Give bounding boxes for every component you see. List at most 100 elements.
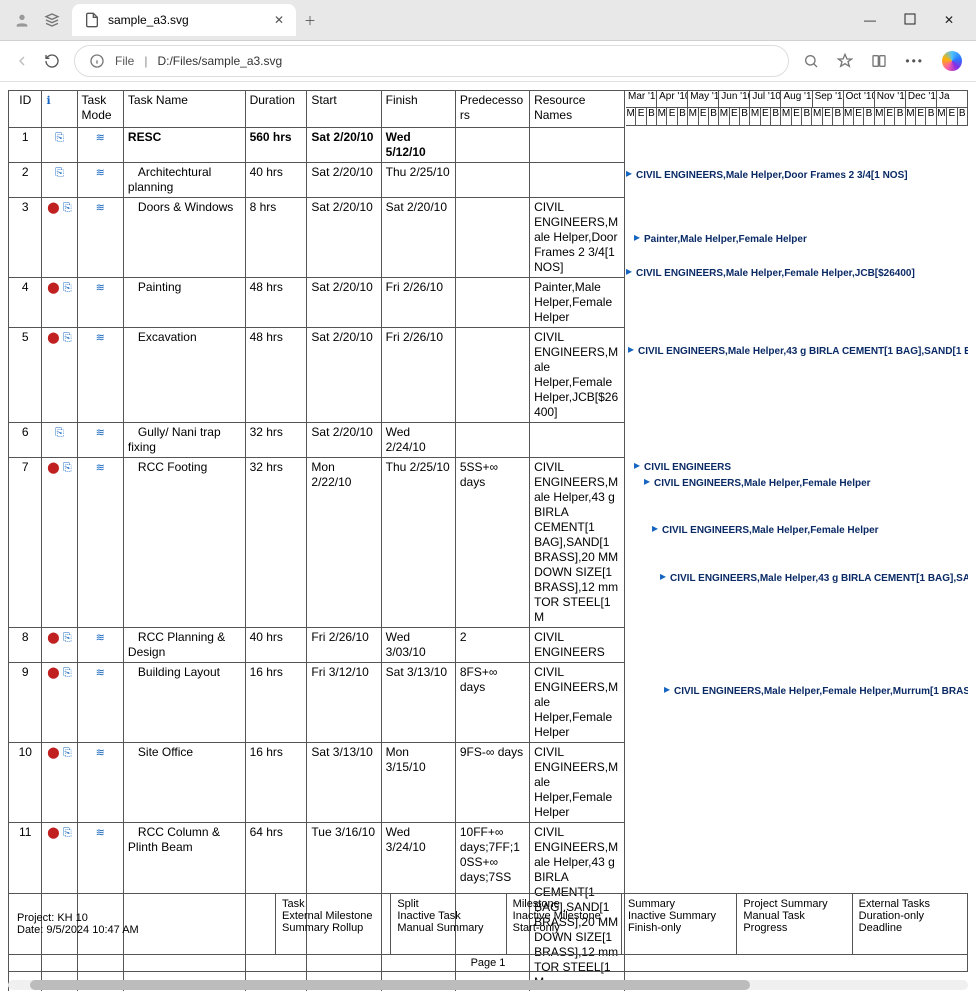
cell-duration: 560 hrs: [245, 128, 307, 163]
timescale-month: Nov '10: [875, 91, 906, 108]
zoom-icon[interactable]: [803, 53, 819, 69]
scrollbar-thumb[interactable]: [30, 980, 750, 990]
back-button[interactable]: [14, 53, 30, 69]
table-row[interactable]: 8⬤ ⎘≋RCC Planning & Design40 hrsFri 2/26…: [9, 628, 625, 663]
legend-item: Inactive Task: [397, 910, 499, 922]
col-id[interactable]: ID: [9, 91, 42, 128]
cell-pred: [455, 128, 529, 163]
cell-res: CIVIL ENGINEERS,Male Helper,Female Helpe…: [530, 328, 625, 423]
col-duration[interactable]: Duration: [245, 91, 307, 128]
site-info-icon[interactable]: [89, 53, 105, 69]
more-options-button[interactable]: •••: [905, 54, 924, 68]
person-icon: ⬤: [47, 827, 59, 839]
window-minimize-button[interactable]: ―: [864, 13, 876, 28]
cell-start: Sat 2/20/10: [307, 128, 381, 163]
auto-schedule-icon: ≋: [96, 427, 105, 439]
table-row[interactable]: 5⬤ ⎘≋Excavation48 hrsSat 2/20/10Fri 2/26…: [9, 328, 625, 423]
horizontal-scrollbar[interactable]: [8, 978, 968, 992]
cell-pred: [455, 328, 529, 423]
col-start[interactable]: Start: [307, 91, 381, 128]
timescale-tick: M: [657, 108, 667, 125]
col-mode[interactable]: Task Mode: [77, 91, 123, 128]
cell-indicators: ⬤ ⎘: [42, 628, 77, 663]
auto-schedule-icon: ≋: [96, 167, 105, 179]
timescale-tick: B: [771, 108, 781, 125]
cell-res: CIVIL ENGINEERS,Male Helper,Door Frames …: [530, 198, 625, 278]
cell-id: 10: [9, 743, 42, 823]
profile-icon[interactable]: [14, 12, 30, 28]
cell-duration: 40 hrs: [245, 163, 307, 198]
window-close-button[interactable]: ✕: [944, 13, 954, 28]
legend-item: Project Summary: [743, 898, 845, 910]
timescale-tick: B: [802, 108, 812, 125]
col-info[interactable]: ℹ: [42, 91, 77, 128]
col-name[interactable]: Task Name: [123, 91, 245, 128]
timescale-tick: B: [895, 108, 905, 125]
cell-indicators: ⎘: [42, 163, 77, 198]
table-row[interactable]: 2⎘≋Architechtural planning40 hrsSat 2/20…: [9, 163, 625, 198]
col-finish[interactable]: Finish: [381, 91, 455, 128]
table-row[interactable]: 3⬤ ⎘≋Doors & Windows8 hrsSat 2/20/10Sat …: [9, 198, 625, 278]
address-bar[interactable]: File | D:/Files/sample_a3.svg: [74, 45, 789, 77]
col-pred[interactable]: Predecessors: [455, 91, 529, 128]
timescale-tick: E: [947, 108, 957, 125]
cell-indicators: ⬤ ⎘: [42, 278, 77, 328]
link-icon: ⎘: [63, 632, 72, 644]
table-row[interactable]: 7⬤ ⎘≋RCC Footing32 hrsMon 2/22/10Thu 2/2…: [9, 458, 625, 628]
gantt-chart: Mar '10Apr '10May '10Jun '10Jul '10Aug '…: [626, 91, 968, 861]
timescale-tick: M: [719, 108, 729, 125]
timescale-tick: E: [699, 108, 709, 125]
browser-titlebar: sample_a3.svg ✕ ＋ ― ✕: [0, 0, 976, 41]
gantt-bar-marker: ▸: [644, 474, 650, 488]
timescale-month: Jul '10: [750, 91, 781, 108]
legend-item: Finish-only: [628, 922, 730, 934]
gantt-bar-label: CIVIL ENGINEERS,Male Helper,Female Helpe…: [636, 268, 915, 279]
cell-pred: 8FS+∞ days: [455, 663, 529, 743]
legend-item: Inactive Summary: [628, 910, 730, 922]
table-row[interactable]: 9⬤ ⎘≋Building Layout16 hrsFri 3/12/10Sat…: [9, 663, 625, 743]
project-sheet: ID ℹ Task Mode Task Name Duration Start …: [8, 90, 968, 991]
timescale-month: Aug '10: [781, 91, 812, 108]
cell-pred: [455, 423, 529, 458]
table-row[interactable]: 4⬤ ⎘≋Painting48 hrsSat 2/20/10Fri 2/26/1…: [9, 278, 625, 328]
new-tab-button[interactable]: ＋: [304, 12, 316, 29]
cell-finish: Wed 3/03/10: [381, 628, 455, 663]
page-content: ID ℹ Task Mode Task Name Duration Start …: [0, 82, 976, 998]
col-res[interactable]: Resource Names: [530, 91, 625, 128]
cell-res: CIVIL ENGINEERS,Male Helper,Female Helpe…: [530, 663, 625, 743]
legend-column: SummaryInactive SummaryFinish-only: [621, 894, 736, 954]
timescale-month: May '10: [688, 91, 719, 108]
cell-duration: 40 hrs: [245, 628, 307, 663]
timescale-tick: B: [833, 108, 843, 125]
cell-pred: 5SS+∞ days: [455, 458, 529, 628]
refresh-button[interactable]: [44, 53, 60, 69]
cell-name: Painting: [123, 278, 245, 328]
legend-column: External TasksDuration-onlyDeadline: [852, 894, 967, 954]
cell-mode: ≋: [77, 198, 123, 278]
workspaces-icon[interactable]: [44, 12, 60, 28]
table-row[interactable]: 1⎘≋RESC560 hrsSat 2/20/10Wed 5/12/10: [9, 128, 625, 163]
timescale-tick: M: [844, 108, 854, 125]
copilot-icon[interactable]: [942, 51, 962, 71]
cell-name: Architechtural planning: [123, 163, 245, 198]
favorite-icon[interactable]: [837, 53, 853, 69]
cell-id: 9: [9, 663, 42, 743]
window-maximize-button[interactable]: [904, 13, 916, 28]
legend-item: Duration-only: [859, 910, 961, 922]
link-icon: ⎘: [63, 332, 72, 344]
table-row[interactable]: 10⬤ ⎘≋Site Office16 hrsSat 3/13/10Mon 3/…: [9, 743, 625, 823]
cell-name: Site Office: [123, 743, 245, 823]
person-icon: ⬤: [47, 282, 59, 294]
close-tab-icon[interactable]: ✕: [274, 13, 284, 27]
timescale-month: Apr '10: [657, 91, 688, 108]
cell-finish: Fri 2/26/10: [381, 278, 455, 328]
table-row[interactable]: 6⎘≋Gully/ Nani trap fixing32 hrsSat 2/20…: [9, 423, 625, 458]
browser-tab[interactable]: sample_a3.svg ✕: [72, 4, 296, 36]
cell-finish: Sat 2/20/10: [381, 198, 455, 278]
split-screen-icon[interactable]: [871, 53, 887, 69]
cell-start: Fri 3/12/10: [307, 663, 381, 743]
cell-mode: ≋: [77, 663, 123, 743]
person-icon: ⬤: [47, 667, 59, 679]
cell-pred: [455, 278, 529, 328]
legend-column: SplitInactive TaskManual Summary: [390, 894, 505, 954]
